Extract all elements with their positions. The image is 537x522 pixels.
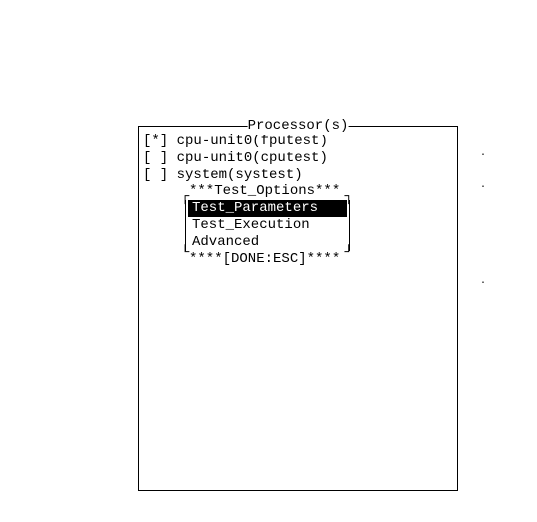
tick-mark-icon: . bbox=[480, 180, 486, 192]
menu-item-test-execution[interactable]: Test_Execution bbox=[188, 217, 347, 234]
item-list: [*] cpu-unit0(fputest) [ ] cpu-unit0(cpu… bbox=[139, 127, 457, 267]
popup-footer: ****[DONE:ESC]**** bbox=[189, 251, 349, 268]
menu-item-test-parameters[interactable]: Test_Parameters bbox=[188, 200, 347, 217]
item-label: cpu-unit0(fputest) bbox=[168, 133, 328, 150]
tick-mark-icon: . bbox=[480, 276, 486, 288]
processors-panel: Processor(s) [*] cpu-unit0(fputest) [ ] … bbox=[138, 126, 458, 491]
checkbox-icon[interactable]: [*] bbox=[143, 133, 168, 150]
menu-item-advanced[interactable]: Advanced bbox=[188, 234, 347, 251]
tick-mark-icon: . bbox=[480, 148, 486, 160]
popup-body: Test_Parameters Test_Execution Advanced bbox=[185, 200, 350, 250]
list-item[interactable]: [ ] system(systest) bbox=[143, 167, 453, 184]
item-label: system(systest) bbox=[168, 167, 302, 184]
popup-title: ***Test_Options*** bbox=[189, 183, 349, 200]
checkbox-icon[interactable]: [ ] bbox=[143, 150, 168, 167]
list-item[interactable]: [*] cpu-unit0(fputest) bbox=[143, 133, 453, 150]
list-item[interactable]: [ ] cpu-unit0(cputest) bbox=[143, 150, 453, 167]
checkbox-icon[interactable]: [ ] bbox=[143, 167, 168, 184]
test-options-popup: ***Test_Options*** Test_Parameters Test_… bbox=[189, 183, 349, 267]
item-label: cpu-unit0(cputest) bbox=[168, 150, 328, 167]
panel-title: Processor(s) bbox=[248, 118, 349, 135]
